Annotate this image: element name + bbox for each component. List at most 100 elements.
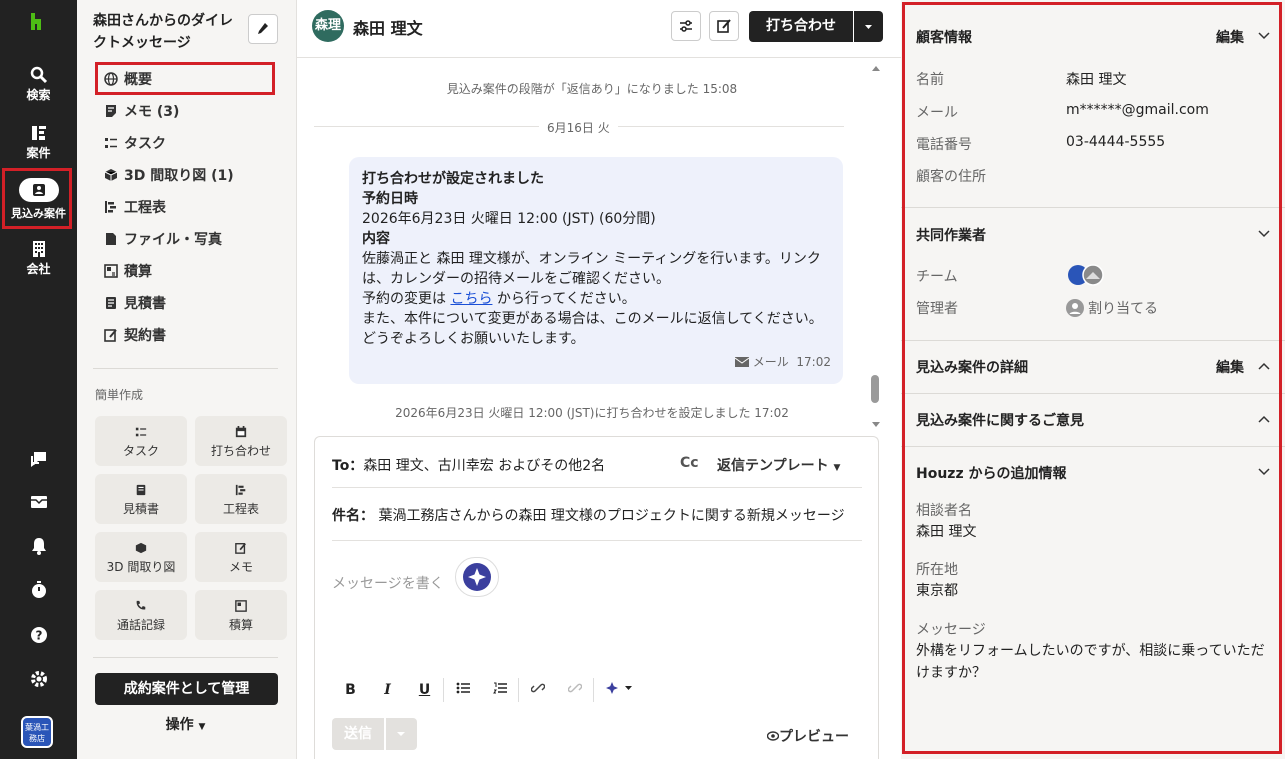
quick-call-log-button[interactable]: 通話記録 — [95, 590, 187, 640]
to-label: To： — [332, 458, 364, 474]
body2-pre: 予約の変更は — [362, 291, 451, 307]
subject-label: 件名： — [332, 508, 374, 524]
meeting-button[interactable]: 打ち合わせ — [749, 11, 853, 42]
nav-item-label: タスク — [124, 136, 166, 152]
edit-title-button[interactable] — [248, 14, 278, 44]
message-input[interactable]: メッセージを書く — [332, 573, 444, 593]
italic-button[interactable]: I — [369, 682, 406, 698]
conversation-header: 森理 森田 理文 打ち合わせ — [297, 0, 901, 58]
quick-estimate-button[interactable]: 積算 — [195, 590, 287, 640]
help-icon[interactable]: ? — [0, 626, 77, 648]
subject-row[interactable]: 件名： 葉渦工務店さんからの森田 理文様のプロジェクトに関する新規メッセージ — [332, 505, 862, 525]
bullet-list-button[interactable] — [444, 682, 481, 698]
svg-text:?: ? — [35, 629, 42, 643]
chevron-down-icon[interactable] — [1257, 29, 1271, 43]
numbered-list-icon — [492, 682, 507, 694]
message-title: 打ち合わせが設定されました — [362, 169, 830, 189]
chat-icon[interactable] — [0, 450, 77, 472]
quick-meeting-label: 打ち合わせ — [210, 444, 271, 458]
quick-quote-label: 見積書 — [122, 502, 159, 516]
nav-item-files[interactable]: ファイル・写真 — [104, 229, 222, 249]
meeting-dropdown-button[interactable] — [854, 11, 883, 42]
new-note-button[interactable] — [709, 11, 739, 41]
schedule-icon — [235, 484, 246, 496]
rail-search[interactable]: 検索 — [0, 66, 77, 103]
numbered-list-button[interactable] — [481, 682, 518, 698]
nav-item-estimate[interactable]: 積算 — [104, 261, 152, 281]
rail-company[interactable]: 会社 — [0, 240, 77, 277]
email-label: メール — [916, 105, 958, 121]
feed-scrollbar[interactable] — [868, 60, 884, 432]
nav-item-contract[interactable]: 契約書 — [104, 325, 166, 345]
chevron-up-icon[interactable] — [1257, 412, 1271, 426]
customer-edit-button[interactable]: 編集 — [1216, 27, 1244, 47]
to-row[interactable]: To：森田 理文、古川幸宏 およびその他2名 Cc 返信テンプレート ▼ — [332, 455, 862, 475]
houzz-message-label: メッセージ — [916, 622, 986, 638]
message-datetime: 2026年6月23日 火曜日 12:00 (JST) (60分間) — [362, 211, 656, 227]
nav-item-memo[interactable]: メモ (3) — [104, 101, 179, 121]
bold-button[interactable]: B — [332, 682, 369, 698]
filter-button[interactable] — [671, 11, 701, 41]
memo-edit-icon — [235, 543, 246, 554]
edit-icon — [717, 19, 731, 33]
ai-assist-button[interactable] — [455, 557, 499, 597]
reply-template-dropdown[interactable]: 返信テンプレート ▼ — [717, 455, 840, 475]
operations-dropdown[interactable]: 操作 ▼ — [93, 714, 278, 734]
quick-meeting-button[interactable]: 打ち合わせ — [195, 416, 287, 466]
nav-item-3d[interactable]: 3D 間取り図 (1) — [104, 165, 234, 185]
quick-3d-button[interactable]: 3D 間取り図 — [95, 532, 187, 582]
quick-memo-button[interactable]: メモ — [195, 532, 287, 582]
insert-link-button[interactable] — [519, 681, 556, 699]
timer-icon[interactable] — [0, 581, 77, 603]
nav-item-quote[interactable]: 見積書 — [104, 293, 166, 313]
nav-item-label: 見積書 — [124, 296, 166, 312]
pencil-icon — [258, 23, 268, 34]
link-icon — [530, 683, 545, 693]
divider — [901, 446, 1285, 447]
calendar-icon — [235, 426, 247, 438]
underline-button[interactable]: U — [406, 682, 443, 698]
ai-menu-button[interactable] — [594, 681, 646, 699]
quick-schedule-button[interactable]: 工程表 — [195, 474, 287, 524]
inbox-icon[interactable] — [0, 494, 77, 514]
chevron-up-icon[interactable] — [1257, 359, 1271, 373]
quick-quote-button[interactable]: 見積書 — [95, 474, 187, 524]
sliders-icon — [680, 20, 692, 32]
nav-title: 森田さんからのダイレクトメッセージ — [93, 13, 233, 51]
divider — [332, 540, 862, 541]
divider — [93, 368, 278, 369]
cube-icon — [135, 542, 147, 554]
assign-button[interactable]: 割り当てる — [1066, 298, 1158, 318]
unlink-button[interactable] — [556, 681, 593, 699]
bullet-list-icon — [456, 682, 470, 694]
rail-projects[interactable]: 案件 — [0, 124, 77, 161]
quick-task-button[interactable]: タスク — [95, 416, 187, 466]
name-label: 名前 — [916, 72, 944, 88]
date-divider: 6月16日 火 — [539, 119, 618, 136]
manage-as-won-button[interactable]: 成約案件として管理 — [95, 673, 278, 705]
gear-icon[interactable] — [0, 670, 77, 692]
chevron-down-icon[interactable] — [1257, 227, 1271, 241]
rail-projects-label: 案件 — [26, 146, 51, 160]
company-avatar[interactable]: 葉渦工務店 — [21, 716, 53, 748]
send-button[interactable]: 送信 — [332, 718, 384, 750]
lead-detail-edit-button[interactable]: 編集 — [1216, 357, 1244, 377]
message-time: 17:02 — [796, 355, 831, 369]
quick-estimate-label: 積算 — [228, 618, 253, 632]
houzz-logo-icon[interactable] — [28, 12, 48, 32]
file-icon — [106, 233, 116, 245]
chevron-down-icon[interactable] — [1257, 465, 1271, 479]
divider — [901, 393, 1285, 394]
preview-button[interactable]: プレビュー — [766, 726, 849, 746]
quick-task-label: タスク — [122, 444, 159, 458]
nav-item-task[interactable]: タスク — [104, 133, 166, 153]
change-booking-link[interactable]: こちら — [450, 291, 492, 307]
cc-button[interactable]: Cc — [680, 455, 699, 471]
bell-icon[interactable] — [0, 537, 77, 559]
team-avatars[interactable] — [1067, 264, 1113, 286]
nav-item-schedule[interactable]: 工程表 — [104, 197, 166, 217]
quick-3d-label: 3D 間取り図 — [106, 560, 176, 574]
send-options-button[interactable] — [386, 718, 417, 750]
divider — [901, 340, 1285, 341]
memo-icon — [106, 105, 116, 117]
